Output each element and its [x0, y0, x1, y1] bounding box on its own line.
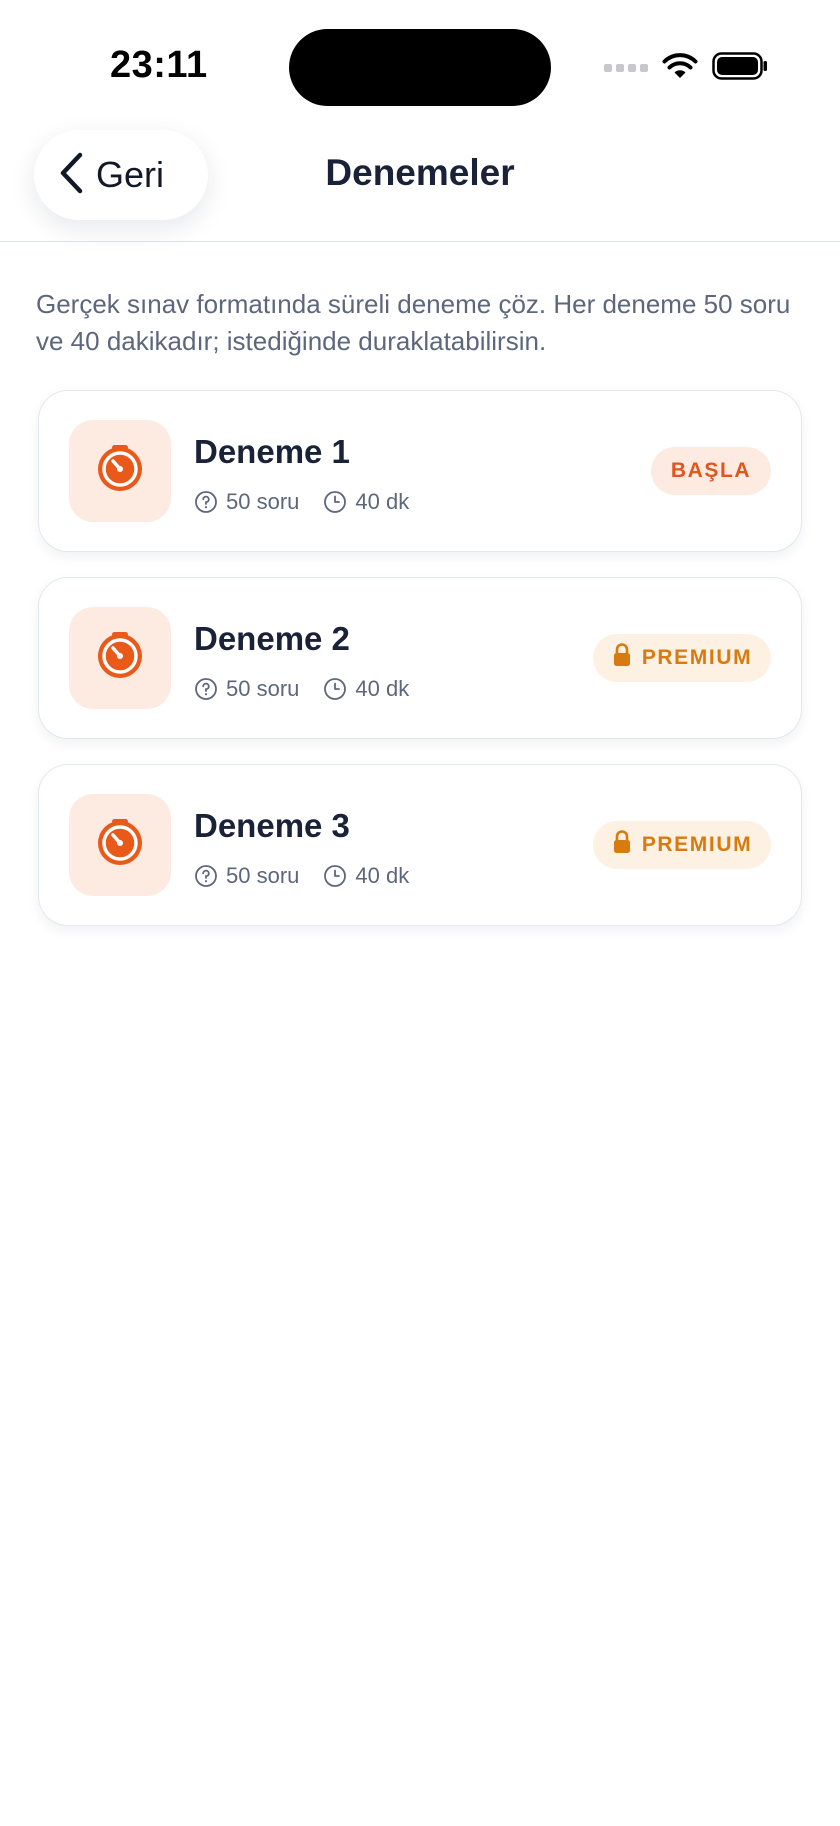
clock-icon: [323, 677, 347, 701]
clock-icon: [323, 490, 347, 514]
question-circle-icon: [194, 677, 218, 701]
timer-icon: [95, 631, 145, 686]
status-icons: [604, 48, 768, 88]
battery-icon: [712, 51, 768, 85]
exam-duration: 40 dk: [355, 489, 410, 514]
page-description: Gerçek sınav formatında süreli deneme çö…: [36, 289, 791, 356]
exam-card[interactable]: Deneme 1 50 soru 40 dk BAŞLA: [38, 390, 802, 552]
navigation-bar: Geri Denemeler: [0, 120, 840, 242]
timer-icon: [95, 818, 145, 873]
lock-icon: [612, 643, 632, 673]
question-circle-icon: [194, 864, 218, 888]
clock-icon: [323, 864, 347, 888]
premium-badge[interactable]: PREMIUM: [593, 821, 771, 869]
premium-label: PREMIUM: [641, 833, 753, 856]
exam-meta: 50 soru 40 dk: [194, 487, 433, 517]
exam-list: Deneme 1 50 soru 40 dk BAŞLA Deneme 2 50…: [38, 390, 802, 951]
start-button[interactable]: BAŞLA: [651, 447, 771, 495]
page-title: Denemeler: [325, 152, 515, 193]
status-time: 23:11: [110, 44, 208, 86]
timer-icon: [95, 444, 145, 499]
question-circle-icon: [194, 490, 218, 514]
timer-icon-tile: [69, 607, 171, 709]
premium-badge[interactable]: PREMIUM: [593, 634, 771, 682]
exam-card[interactable]: Deneme 3 50 soru 40 dk PREMIUM: [38, 764, 802, 926]
exam-meta: 50 soru 40 dk: [194, 674, 433, 704]
exam-title: Deneme 1: [194, 433, 350, 470]
timer-icon-tile: [69, 794, 171, 896]
status-bar: 23:11: [0, 0, 840, 120]
lock-icon: [612, 830, 632, 860]
exam-duration: 40 dk: [355, 676, 410, 701]
dynamic-island: [289, 29, 551, 106]
cellular-signal-icon: [604, 64, 648, 72]
exam-card[interactable]: Deneme 2 50 soru 40 dk PREMIUM: [38, 577, 802, 739]
question-count: 50 soru: [226, 863, 300, 888]
exam-duration: 40 dk: [355, 863, 410, 888]
wifi-icon: [662, 52, 698, 85]
exams-screen: 23:11 Geri Denemeler Gerçek sınav format…: [0, 0, 840, 1826]
exam-meta: 50 soru 40 dk: [194, 861, 433, 891]
timer-icon-tile: [69, 420, 171, 522]
exam-title: Deneme 3: [194, 807, 350, 844]
exam-title: Deneme 2: [194, 620, 350, 657]
question-count: 50 soru: [226, 489, 300, 514]
question-count: 50 soru: [226, 676, 300, 701]
premium-label: PREMIUM: [641, 646, 753, 669]
